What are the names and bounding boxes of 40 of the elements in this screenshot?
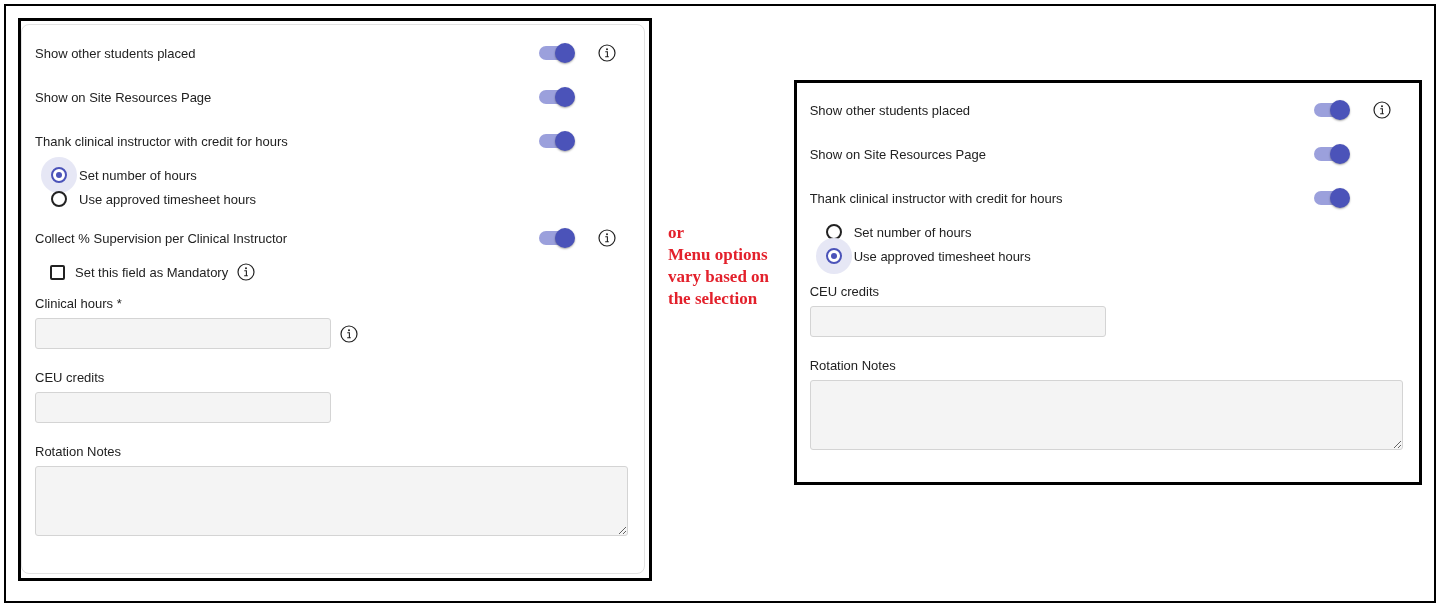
toggle-switch[interactable] xyxy=(539,131,575,151)
checkbox-label: Set this field as Mandatory xyxy=(75,264,229,280)
toggle-switch[interactable] xyxy=(539,228,575,248)
setting-label: Thank clinical instructor with credit for hours xyxy=(35,133,289,149)
radio-label: Set number of hours xyxy=(853,224,972,240)
info-icon[interactable] xyxy=(237,263,256,281)
info-icon[interactable] xyxy=(598,229,616,247)
field-label: Clinical hours * xyxy=(35,295,122,313)
info-icon[interactable] xyxy=(1372,101,1391,119)
setting-label: Collect % Supervision per Clinical Instructor xyxy=(35,230,289,246)
input-field[interactable] xyxy=(35,318,331,349)
field-label: CEU credits xyxy=(35,369,105,387)
setting-label: Thank clinical instructor with credit for hours xyxy=(809,190,1064,206)
field-label: Rotation Notes xyxy=(809,357,896,375)
setting-label: Show other students placed xyxy=(35,45,197,61)
annotation-text: or Menu options vary based on the selection xyxy=(668,222,771,310)
info-icon[interactable] xyxy=(340,324,358,343)
toggle-switch[interactable] xyxy=(1313,144,1350,164)
notes-field[interactable] xyxy=(809,380,1403,450)
toggle-switch[interactable] xyxy=(539,43,575,63)
radio-label: Use approved timesheet hours xyxy=(853,248,1031,264)
setting-label: Show on Site Resources Page xyxy=(35,89,213,105)
info-icon[interactable] xyxy=(598,44,616,62)
field-label: Rotation Notes xyxy=(35,443,121,461)
focus-ring xyxy=(815,238,852,274)
radio-label: Set number of hours xyxy=(79,167,197,183)
radio-label: Use approved timesheet hours xyxy=(79,191,257,207)
field-label: CEU credits xyxy=(809,283,879,301)
radio-button[interactable] xyxy=(51,191,67,207)
notes-field[interactable] xyxy=(35,466,628,536)
input-field[interactable] xyxy=(35,392,331,423)
radio-button[interactable] xyxy=(825,224,842,240)
toggle-switch[interactable] xyxy=(1313,100,1350,120)
setting-label: Show on Site Resources Page xyxy=(809,146,987,162)
input-field[interactable] xyxy=(809,306,1106,337)
toggle-switch[interactable] xyxy=(1313,188,1350,208)
setting-label: Show other students placed xyxy=(809,102,972,118)
focus-ring xyxy=(41,157,77,193)
toggle-switch[interactable] xyxy=(539,87,575,107)
checkbox[interactable] xyxy=(50,264,65,280)
